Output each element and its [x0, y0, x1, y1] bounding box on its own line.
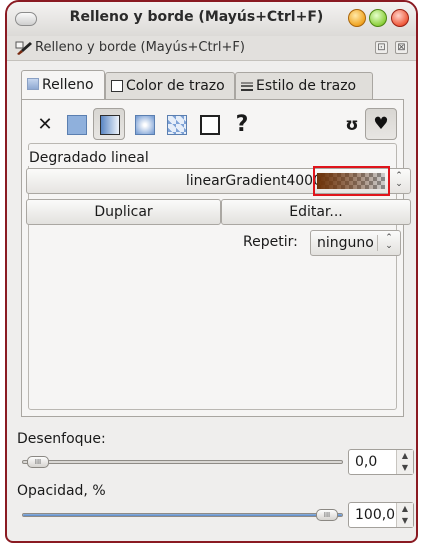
linear-gradient-icon	[100, 115, 120, 135]
opacity-slider[interactable]: III	[22, 509, 343, 521]
highlight-box	[313, 166, 390, 196]
tab-stroke-style[interactable]: Estilo de trazo	[235, 72, 373, 99]
evenodd-icon: ʊ	[345, 115, 359, 135]
opacity-slider-handle[interactable]: III	[316, 509, 338, 521]
gradient-select[interactable]: linearGradient4000 ⌃ ⌄	[26, 166, 411, 196]
blur-label: Desenfoque:	[17, 431, 106, 447]
blur-slider-handle[interactable]: III	[27, 456, 49, 468]
close-dock-button[interactable]: ⊠	[395, 41, 408, 54]
stroke-style-icon	[241, 82, 253, 91]
question-icon: ?	[235, 112, 249, 137]
fill-tab-icon	[27, 78, 39, 90]
paintbrush-icon	[15, 41, 32, 55]
maximize-button[interactable]	[369, 9, 387, 27]
tab-stroke-paint-label: Color de trazo	[126, 78, 225, 94]
gradient-name: linearGradient4000	[185, 173, 322, 189]
no-paint-icon: ✕	[37, 114, 53, 135]
chevron-updown-icon: ⌃ ⌄	[395, 171, 403, 189]
swatch-button[interactable]	[197, 112, 223, 138]
fill-panel: ✕ ? ʊ ♥	[21, 99, 404, 417]
no-paint-button[interactable]: ✕	[32, 112, 58, 138]
window-title: Relleno y borde (Mayús+Ctrl+F)	[69, 9, 324, 25]
heart-icon: ♥	[373, 114, 389, 134]
opacity-slider-fill	[23, 514, 342, 516]
dock-header: Relleno y borde (Mayús+Ctrl+F) ⊡ ⊠	[7, 36, 416, 61]
decrement-icon[interactable]: ▼	[396, 515, 413, 527]
gradient-section-label: Degradado lineal	[27, 150, 151, 166]
opacity-spinbox[interactable]: 100,0 ▲ ▼	[348, 502, 414, 528]
dock-title: Relleno y borde (Mayús+Ctrl+F)	[35, 40, 245, 55]
linear-gradient-button[interactable]	[93, 108, 125, 140]
opacity-value: 100,0	[355, 507, 396, 523]
fill-rule-evenodd-button[interactable]: ʊ	[339, 112, 365, 138]
title-bar[interactable]: Relleno y borde (Mayús+Ctrl+F)	[7, 2, 416, 37]
flat-color-button[interactable]	[64, 112, 90, 138]
blur-value: 0,0	[355, 454, 378, 470]
tab-fill-label: Relleno	[42, 77, 94, 93]
decrement-icon[interactable]: ▼	[396, 462, 413, 474]
fill-rule-nonzero-button[interactable]: ♥	[365, 108, 397, 140]
close-button[interactable]	[391, 9, 409, 27]
minimize-button[interactable]	[348, 9, 366, 27]
radial-gradient-button[interactable]	[132, 112, 158, 138]
stroke-paint-icon	[111, 80, 123, 92]
tab-fill[interactable]: Relleno	[21, 70, 105, 99]
repeat-select[interactable]: ninguno ⌃ ⌄	[310, 230, 401, 256]
duplicate-button[interactable]: Duplicar	[26, 199, 221, 225]
detach-dock-button[interactable]: ⊡	[375, 41, 388, 54]
edit-gradient-button[interactable]: Editar...	[221, 199, 411, 225]
tab-stroke-style-label: Estilo de trazo	[256, 78, 357, 94]
pattern-button[interactable]	[164, 112, 190, 138]
divider	[377, 235, 378, 251]
pattern-icon	[167, 115, 187, 135]
tab-stroke-paint[interactable]: Color de trazo	[105, 72, 235, 99]
repeat-value: ninguno	[317, 235, 374, 251]
window-menu-button[interactable]	[15, 12, 37, 26]
swatch-icon	[200, 115, 220, 135]
repeat-label: Repetir:	[243, 234, 298, 250]
radial-gradient-icon	[135, 115, 155, 135]
blur-slider[interactable]: III	[22, 456, 343, 468]
unset-paint-button[interactable]: ?	[229, 112, 255, 138]
fill-stroke-window: Relleno y borde (Mayús+Ctrl+F) Relleno y…	[5, 0, 418, 543]
opacity-label: Opacidad, %	[17, 483, 106, 499]
chevron-updown-icon: ⌃ ⌄	[385, 233, 393, 251]
blur-spinbox[interactable]: 0,0 ▲ ▼	[348, 449, 414, 475]
flat-color-icon	[67, 115, 87, 135]
